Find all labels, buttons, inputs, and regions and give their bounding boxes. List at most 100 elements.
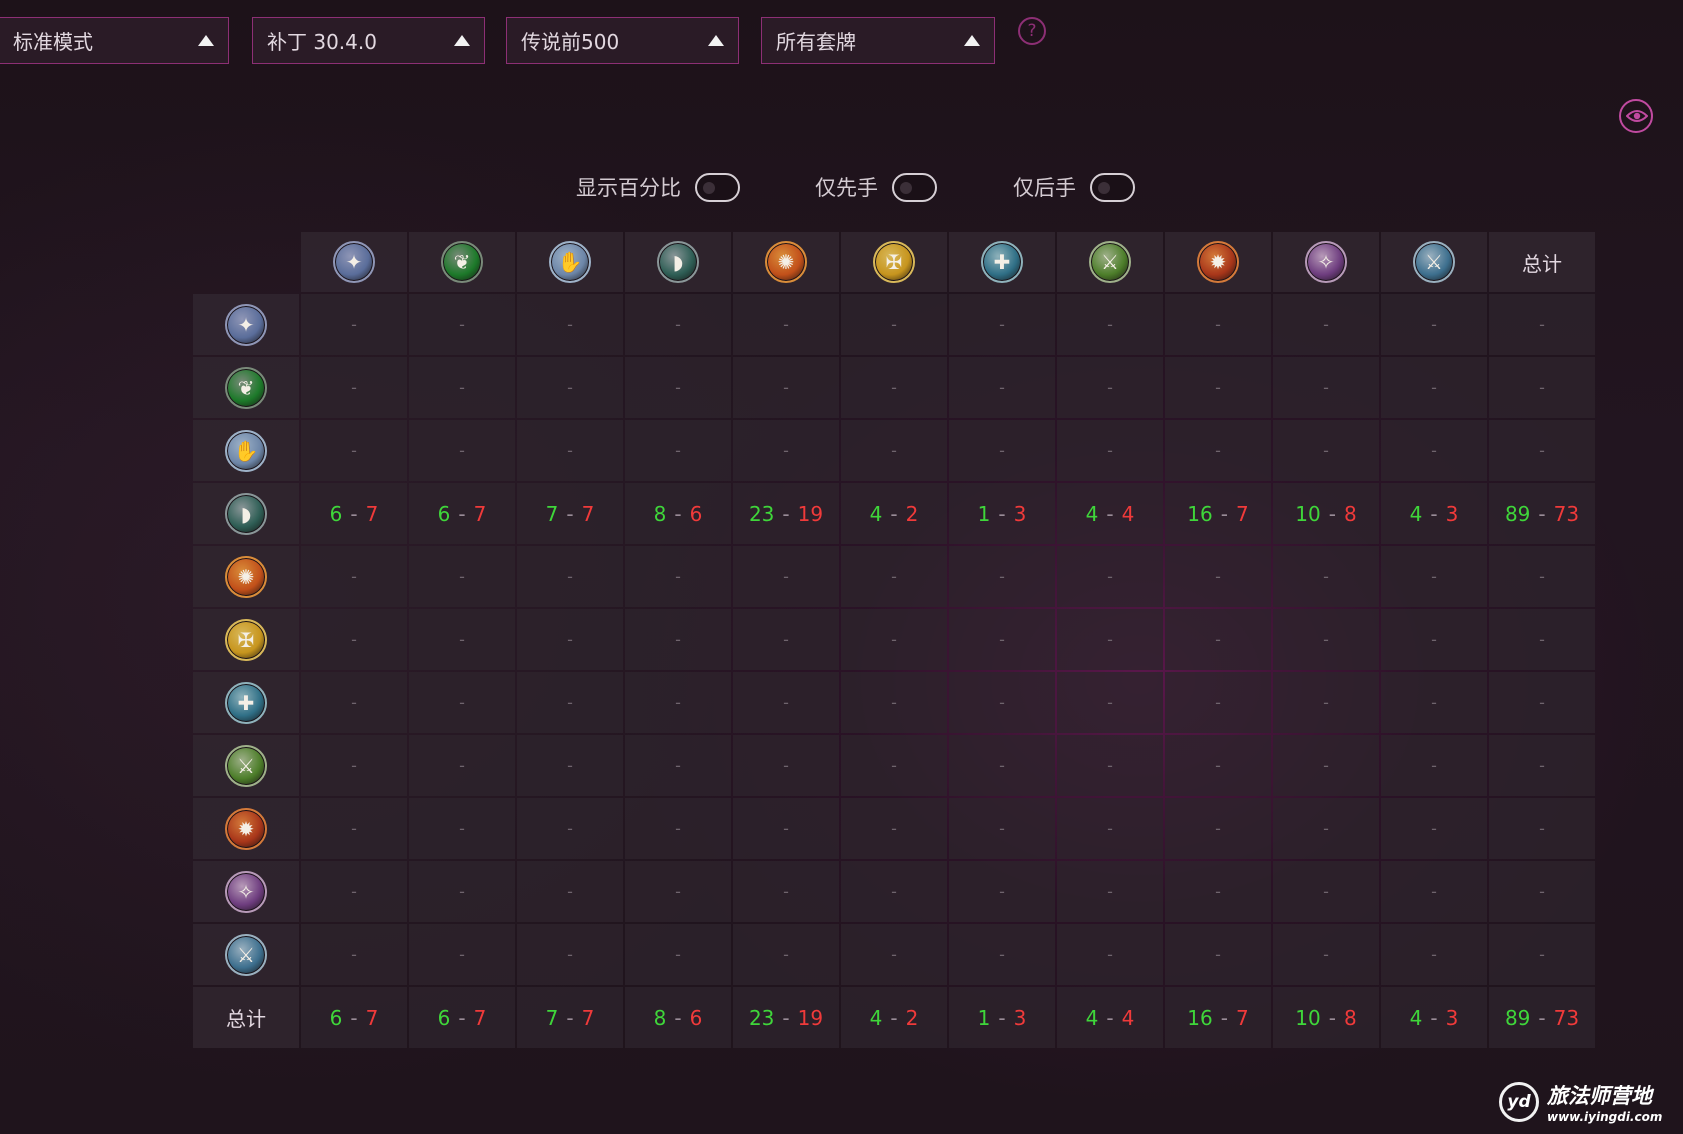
matchup-cell[interactable]: - bbox=[1489, 798, 1595, 859]
matchup-cell[interactable]: - bbox=[841, 924, 947, 985]
matchup-cell[interactable]: 89-73 bbox=[1489, 483, 1595, 544]
row-header[interactable]: ✧ bbox=[193, 861, 299, 922]
matchup-cell[interactable]: - bbox=[733, 672, 839, 733]
matchup-cell[interactable]: - bbox=[301, 294, 407, 355]
toggle-second-only[interactable]: 仅后手 bbox=[1013, 172, 1135, 202]
matchup-cell[interactable]: - bbox=[625, 798, 731, 859]
matchup-cell[interactable]: - bbox=[1165, 861, 1271, 922]
matchup-cell[interactable]: - bbox=[301, 924, 407, 985]
matchup-cell[interactable]: - bbox=[1057, 924, 1163, 985]
matchup-cell[interactable]: - bbox=[1273, 546, 1379, 607]
matchup-cell[interactable]: - bbox=[949, 609, 1055, 670]
column-header[interactable]: ◗ bbox=[625, 232, 731, 292]
toggle-switch[interactable] bbox=[1090, 172, 1135, 202]
column-header[interactable]: ⚔ bbox=[1057, 232, 1163, 292]
eye-icon[interactable] bbox=[1619, 99, 1653, 133]
toggle-switch[interactable] bbox=[892, 172, 937, 202]
matchup-cell[interactable]: - bbox=[1381, 861, 1487, 922]
matchup-cell[interactable]: - bbox=[301, 735, 407, 796]
matchup-cell[interactable]: - bbox=[409, 546, 515, 607]
patch-dropdown[interactable]: 补丁 30.4.0 bbox=[252, 17, 485, 64]
matchup-cell[interactable]: - bbox=[949, 798, 1055, 859]
matchup-cell[interactable]: - bbox=[1057, 546, 1163, 607]
matchup-cell[interactable]: - bbox=[841, 861, 947, 922]
matchup-cell[interactable]: - bbox=[517, 798, 623, 859]
row-header[interactable]: ✚ bbox=[193, 672, 299, 733]
matchup-cell[interactable]: - bbox=[625, 924, 731, 985]
matchup-cell[interactable]: - bbox=[1489, 294, 1595, 355]
mode-dropdown[interactable]: 标准模式 bbox=[0, 17, 229, 64]
matchup-cell[interactable]: - bbox=[1165, 357, 1271, 418]
matchup-cell[interactable]: - bbox=[1381, 924, 1487, 985]
matchup-cell[interactable]: - bbox=[1489, 546, 1595, 607]
matchup-cell[interactable]: - bbox=[1165, 798, 1271, 859]
matchup-cell[interactable]: - bbox=[517, 735, 623, 796]
matchup-cell[interactable]: - bbox=[625, 420, 731, 481]
matchup-cell[interactable]: - bbox=[517, 294, 623, 355]
matchup-cell[interactable]: - bbox=[1489, 609, 1595, 670]
matchup-cell[interactable]: - bbox=[301, 798, 407, 859]
matchup-cell[interactable]: - bbox=[949, 546, 1055, 607]
matchup-cell[interactable]: - bbox=[1381, 798, 1487, 859]
matchup-cell[interactable]: - bbox=[1057, 294, 1163, 355]
matchup-cell[interactable]: - bbox=[301, 609, 407, 670]
matchup-cell[interactable]: - bbox=[949, 672, 1055, 733]
matchup-cell[interactable]: 1-3 bbox=[949, 483, 1055, 544]
column-header[interactable]: ⚔ bbox=[1381, 232, 1487, 292]
matchup-cell[interactable]: - bbox=[409, 672, 515, 733]
matchup-cell[interactable]: - bbox=[1273, 420, 1379, 481]
matchup-cell[interactable]: - bbox=[1273, 672, 1379, 733]
matchup-cell[interactable]: - bbox=[409, 924, 515, 985]
matchup-cell[interactable]: - bbox=[733, 357, 839, 418]
matchup-cell[interactable]: - bbox=[1057, 861, 1163, 922]
matchup-cell[interactable]: - bbox=[1273, 294, 1379, 355]
matchup-cell[interactable]: - bbox=[409, 357, 515, 418]
matchup-cell[interactable]: - bbox=[841, 294, 947, 355]
matchup-cell[interactable]: - bbox=[517, 924, 623, 985]
matchup-cell[interactable]: - bbox=[949, 861, 1055, 922]
matchup-cell[interactable]: - bbox=[733, 861, 839, 922]
row-header[interactable]: ✋ bbox=[193, 420, 299, 481]
rank-dropdown[interactable]: 传说前500 bbox=[506, 17, 739, 64]
matchup-cell[interactable]: - bbox=[1165, 294, 1271, 355]
matchup-cell[interactable]: - bbox=[1273, 357, 1379, 418]
matchup-cell[interactable]: - bbox=[625, 609, 731, 670]
deck-dropdown[interactable]: 所有套牌 bbox=[761, 17, 995, 64]
matchup-cell[interactable]: - bbox=[409, 609, 515, 670]
row-header[interactable]: ✹ bbox=[193, 798, 299, 859]
matchup-cell[interactable]: - bbox=[949, 735, 1055, 796]
matchup-cell[interactable]: - bbox=[625, 861, 731, 922]
matchup-cell[interactable]: - bbox=[409, 294, 515, 355]
help-icon[interactable]: ? bbox=[1018, 17, 1046, 45]
matchup-cell[interactable]: - bbox=[1489, 861, 1595, 922]
matchup-cell[interactable]: - bbox=[841, 546, 947, 607]
matchup-cell[interactable]: - bbox=[1057, 420, 1163, 481]
matchup-cell[interactable]: 7-7 bbox=[517, 483, 623, 544]
matchup-cell[interactable]: - bbox=[625, 735, 731, 796]
matchup-cell[interactable]: - bbox=[625, 672, 731, 733]
matchup-cell[interactable]: - bbox=[1273, 861, 1379, 922]
matchup-cell[interactable]: - bbox=[733, 609, 839, 670]
matchup-cell[interactable]: - bbox=[517, 672, 623, 733]
matchup-cell[interactable]: - bbox=[1381, 357, 1487, 418]
matchup-cell[interactable]: - bbox=[1273, 609, 1379, 670]
toggle-show-percent[interactable]: 显示百分比 bbox=[576, 172, 740, 202]
matchup-cell[interactable]: - bbox=[517, 861, 623, 922]
matchup-cell[interactable]: 23-19 bbox=[733, 483, 839, 544]
row-header[interactable]: ⚔ bbox=[193, 735, 299, 796]
matchup-cell[interactable]: - bbox=[517, 609, 623, 670]
matchup-cell[interactable]: - bbox=[1381, 672, 1487, 733]
matchup-cell[interactable]: 4-3 bbox=[1381, 483, 1487, 544]
column-header[interactable]: ✺ bbox=[733, 232, 839, 292]
matchup-cell[interactable]: 6-7 bbox=[409, 483, 515, 544]
matchup-cell[interactable]: - bbox=[1165, 924, 1271, 985]
matchup-cell[interactable]: - bbox=[841, 420, 947, 481]
matchup-cell[interactable]: 10-8 bbox=[1273, 483, 1379, 544]
matchup-cell[interactable]: 4-4 bbox=[1057, 483, 1163, 544]
matchup-cell[interactable]: - bbox=[733, 798, 839, 859]
row-header[interactable]: ⚔ bbox=[193, 924, 299, 985]
matchup-cell[interactable]: - bbox=[1057, 798, 1163, 859]
matchup-cell[interactable]: - bbox=[733, 546, 839, 607]
matchup-cell[interactable]: - bbox=[301, 357, 407, 418]
matchup-cell[interactable]: - bbox=[1165, 546, 1271, 607]
